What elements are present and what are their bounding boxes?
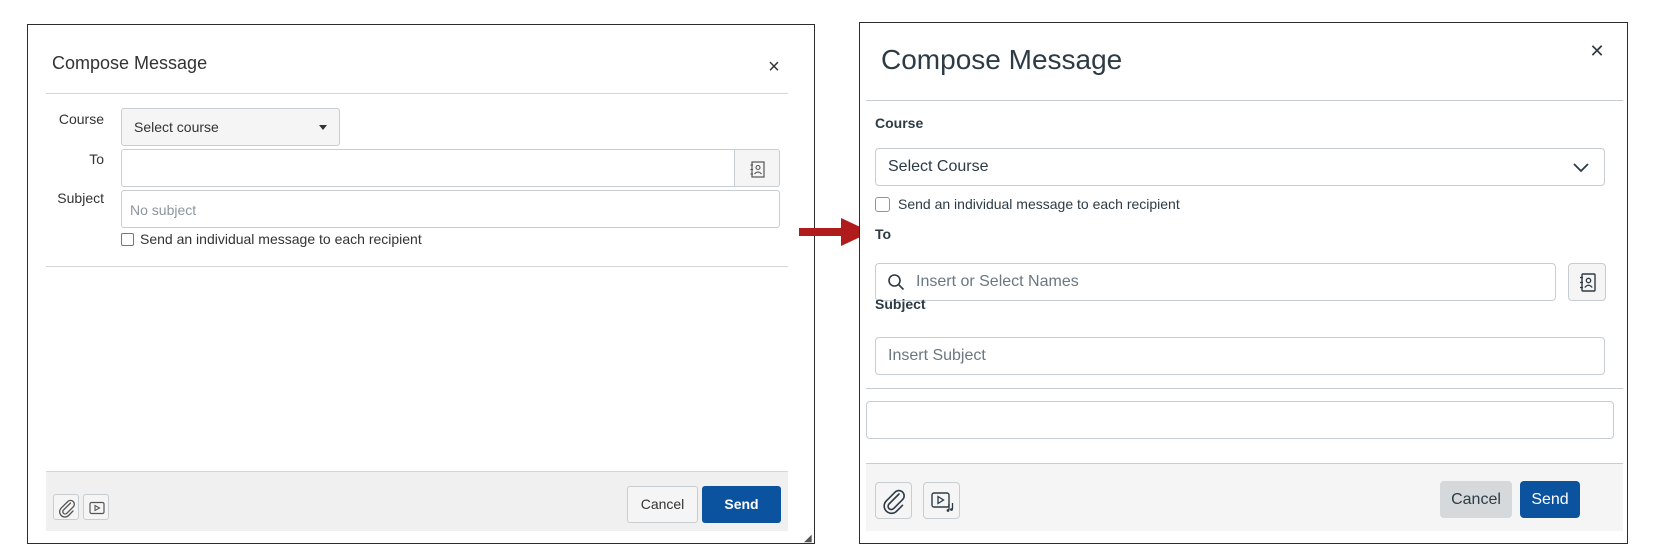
chevron-down-icon [1573, 163, 1589, 173]
media-icon [931, 492, 954, 512]
to-input[interactable]: Insert or Select Names [875, 263, 1556, 301]
record-media-button[interactable] [923, 482, 960, 519]
close-icon[interactable]: ✕ [1587, 41, 1607, 61]
to-label: To [89, 151, 104, 167]
divider [46, 93, 788, 94]
subject-label: Subject [57, 190, 104, 206]
to-label: To [875, 226, 892, 242]
divider [866, 100, 1623, 101]
message-body-input[interactable] [866, 401, 1614, 439]
course-label: Course [875, 115, 924, 131]
individual-message-checkbox[interactable] [875, 196, 890, 212]
attach-file-button[interactable] [53, 494, 79, 520]
old-compose-dialog: Compose Message × Course Select course T… [27, 24, 815, 544]
to-input-placeholder: Insert or Select Names [916, 273, 1079, 290]
individual-message-label: Send an individual message to each recip… [140, 231, 422, 247]
paperclip-icon [59, 499, 75, 518]
send-button[interactable]: Send [702, 486, 781, 523]
course-select-value: Select Course [888, 158, 989, 175]
send-button[interactable]: Send [1520, 481, 1580, 518]
individual-message-checkbox[interactable] [121, 232, 134, 246]
divider [866, 388, 1623, 389]
dialog-title: Compose Message [52, 53, 208, 73]
cancel-button[interactable]: Cancel [1440, 481, 1512, 518]
cancel-button[interactable]: Cancel [627, 486, 698, 523]
close-icon[interactable]: × [764, 57, 784, 78]
subject-input[interactable]: Insert Subject [875, 337, 1605, 375]
address-book-icon [1580, 273, 1596, 292]
record-media-button[interactable] [83, 494, 109, 520]
address-book-button[interactable] [1568, 263, 1606, 301]
address-book-icon [750, 161, 765, 178]
course-select[interactable]: Select Course [875, 148, 1605, 186]
subject-label: Subject [875, 296, 926, 312]
subject-input[interactable]: No subject [121, 190, 780, 228]
individual-message-option[interactable]: Send an individual message to each recip… [875, 196, 1180, 212]
course-select[interactable]: Select course [121, 108, 340, 146]
individual-message-label: Send an individual message to each recip… [898, 196, 1180, 212]
search-icon [888, 274, 905, 291]
media-icon [89, 501, 105, 515]
caret-down-icon [319, 125, 327, 130]
address-book-button[interactable] [734, 149, 780, 187]
paperclip-icon [883, 489, 905, 515]
divider [46, 266, 788, 267]
attach-file-button[interactable] [875, 482, 912, 519]
dialog-title: Compose Message [881, 44, 1123, 75]
new-compose-dialog: Compose Message ✕ Course Select Course S… [859, 22, 1628, 544]
individual-message-option[interactable]: Send an individual message to each recip… [121, 231, 422, 247]
course-label: Course [58, 111, 104, 127]
to-input[interactable] [121, 149, 735, 187]
dialog-footer: Cancel Send [866, 463, 1623, 531]
course-select-value: Select course [134, 119, 219, 135]
dialog-footer: Cancel Send [46, 471, 788, 531]
resize-grip-icon[interactable]: ◢ [804, 533, 812, 544]
